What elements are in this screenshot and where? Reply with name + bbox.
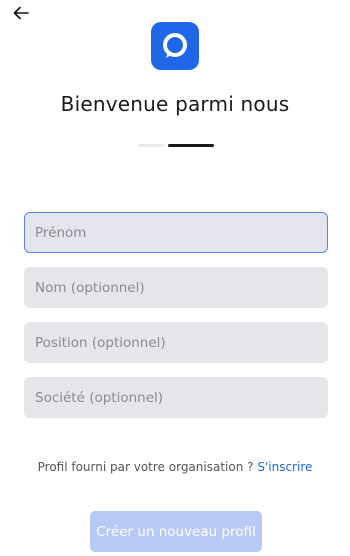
- page-title: Bienvenue parmi nous: [60, 92, 290, 116]
- back-button[interactable]: [10, 2, 32, 24]
- arrow-left-icon: [13, 6, 29, 20]
- last-name-input[interactable]: [24, 267, 328, 308]
- app-logo: [151, 22, 199, 70]
- position-input[interactable]: [24, 322, 328, 363]
- first-name-input[interactable]: [24, 212, 328, 253]
- create-profile-button[interactable]: Créer un nouveau profil: [90, 511, 262, 552]
- chat-bubble-logo-icon: [163, 33, 187, 58]
- step-2-indicator-active: [168, 144, 214, 147]
- helper-text: Profil fourni par votre organisation ?: [37, 460, 254, 474]
- company-input[interactable]: [24, 377, 328, 418]
- step-1-indicator: [138, 144, 164, 147]
- signup-link[interactable]: S'inscrire: [257, 460, 312, 474]
- org-profile-helper: Profil fourni par votre organisation ? S…: [0, 460, 350, 474]
- step-indicator: [138, 144, 216, 147]
